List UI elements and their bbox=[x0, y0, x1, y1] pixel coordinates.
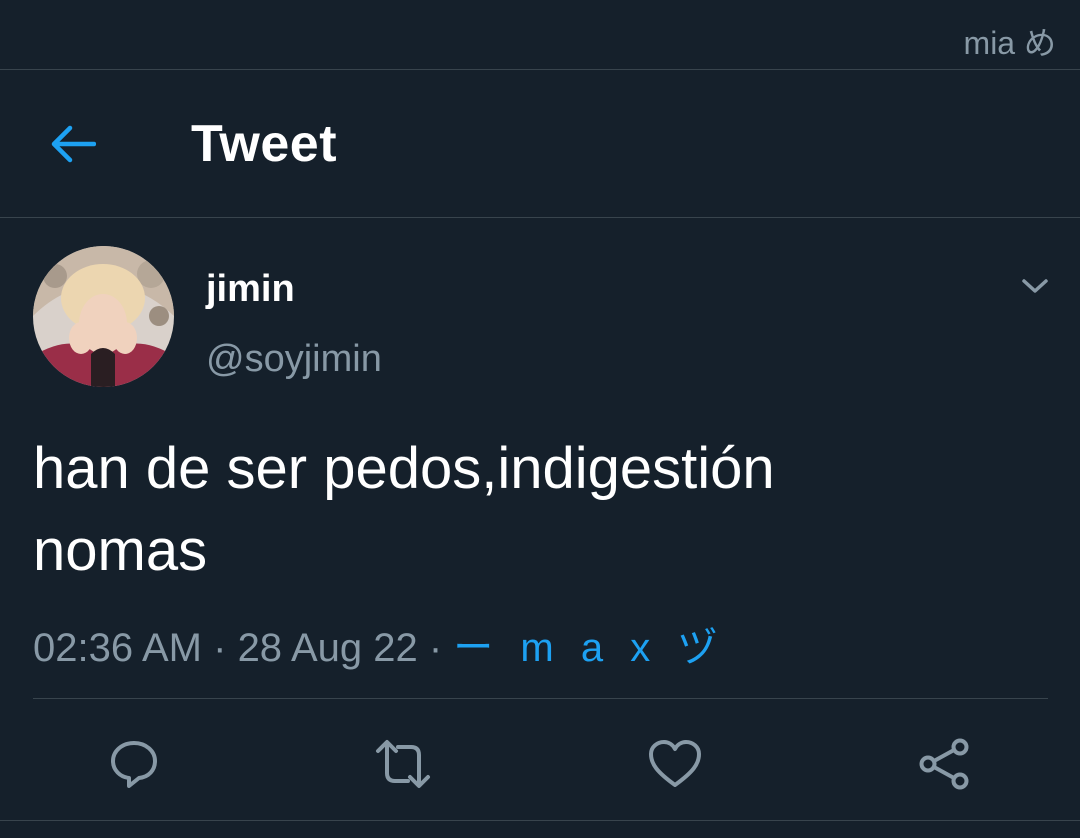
tweet-text-line: nomas bbox=[33, 518, 208, 583]
tweet-text: han de ser pedos,indigestión nomas bbox=[33, 428, 1033, 592]
back-button[interactable] bbox=[40, 114, 106, 174]
top-app-bar: Tweet bbox=[0, 70, 1080, 218]
avatar[interactable] bbox=[33, 246, 174, 387]
tweet-text-line: han de ser pedos,indigestión bbox=[33, 436, 775, 501]
meta-separator: · bbox=[417, 626, 454, 670]
like-button[interactable] bbox=[643, 732, 707, 796]
reply-button[interactable] bbox=[102, 732, 166, 796]
divider bbox=[33, 698, 1048, 699]
tweet-actions-bar bbox=[0, 718, 1080, 808]
tweet-date: 28 Aug 22 bbox=[237, 626, 418, 670]
heart-icon bbox=[649, 740, 701, 787]
retweet-button[interactable] bbox=[371, 732, 435, 796]
meta-separator: · bbox=[202, 626, 238, 670]
author-handle[interactable]: @soyjimin bbox=[206, 338, 382, 381]
tweet-time: 02:36 AM bbox=[33, 626, 203, 670]
page-title: Tweet bbox=[191, 115, 338, 173]
share-icon bbox=[919, 738, 969, 790]
retweet-icon bbox=[376, 740, 430, 788]
status-bar: mia め bbox=[0, 0, 1080, 70]
author-name[interactable]: jimin bbox=[206, 268, 295, 311]
share-button[interactable] bbox=[912, 732, 976, 796]
reply-icon bbox=[111, 741, 157, 788]
arrow-left-icon bbox=[51, 125, 96, 163]
profile-photo-icon bbox=[33, 246, 174, 387]
chevron-down-icon bbox=[1022, 279, 1048, 293]
tweet-source-link[interactable]: ー m a x ヅ bbox=[453, 626, 725, 670]
tweet-meta: 02:36 AM · 28 Aug 22 · ー m a x ヅ bbox=[33, 615, 725, 673]
tweet-options-button[interactable] bbox=[1015, 268, 1055, 304]
divider bbox=[0, 820, 1080, 821]
status-bar-text: mia め bbox=[963, 25, 1056, 61]
